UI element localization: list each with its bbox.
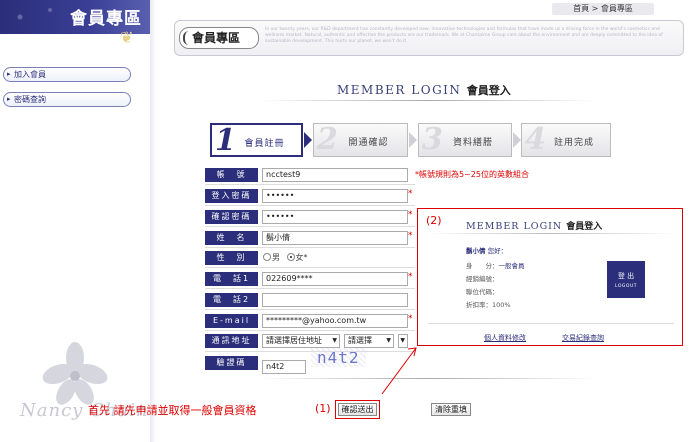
panel-info-value: 100% — [492, 301, 511, 309]
phone2-label: 電 話2 — [205, 293, 258, 307]
panel-info-key: 經銷編號： — [466, 275, 499, 283]
order-history-link[interactable]: 交易紀錄查詢 — [562, 333, 604, 343]
gender-male-label: 男 — [272, 253, 280, 262]
step-1: 1 會員註冊 — [210, 123, 303, 158]
captcha-input[interactable]: n4t2 — [262, 360, 306, 374]
required-mark: * — [408, 189, 413, 199]
name-input[interactable]: 鬍小倩 — [262, 231, 408, 245]
name-label: 姓 名 — [205, 231, 258, 245]
logout-label: 登 出 — [617, 272, 635, 280]
step-label: 註用完成 — [553, 138, 594, 148]
step-2: 2 開通確認 — [313, 122, 408, 157]
account-input[interactable]: ncctest9 — [262, 168, 408, 182]
instruction-note: 首先 請先申請並取得一般會員資格 — [88, 404, 257, 417]
phone1-label: 電 話1 — [205, 272, 258, 286]
step-label: 資料繕謄 — [452, 138, 493, 148]
gender-radio-group: 男 女* — [263, 252, 308, 263]
row-divider — [205, 226, 415, 227]
required-mark: * — [408, 314, 413, 324]
panel-bottom-rule — [428, 323, 674, 324]
panel-info-row: 折扣率：100% — [466, 299, 511, 309]
sidebar-item-password-lookup[interactable]: 密碼查詢 — [3, 92, 131, 107]
banner-text: In our twenty years, our R&D department … — [265, 27, 663, 44]
email-label: E-mail — [205, 314, 258, 328]
panel-info-key: 身 分： — [466, 262, 499, 270]
address-label: 通訊地址 — [205, 334, 258, 348]
panel-info-key: 折扣率： — [466, 301, 492, 309]
logout-label-en: LOGOUT — [615, 284, 637, 289]
form-bottom-rule — [258, 378, 598, 379]
panel-info-row: 聯位代碼： — [466, 286, 499, 296]
logout-button[interactable]: 登 出 LOGOUT — [607, 261, 645, 298]
step-arrow-icon — [513, 132, 521, 148]
required-mark: * — [408, 210, 413, 220]
row-divider — [205, 205, 415, 206]
address-city-select[interactable]: 請選擇居住地址 — [262, 334, 340, 348]
account-hint: *帳號規則為5~25位的英數組合 — [415, 170, 529, 179]
step-label: 會員註冊 — [244, 139, 285, 149]
annotation-1: (1) — [315, 402, 331, 415]
panel-info-row: 經銷編號： — [466, 273, 499, 283]
title-en: MEMBER LOGIN — [337, 83, 462, 97]
password-label: 登入密碼 — [205, 189, 258, 203]
step-arrow-icon — [304, 132, 312, 148]
gender-label: 性 別 — [205, 251, 258, 265]
panel-rule — [428, 233, 674, 234]
sidebar-divider — [150, 0, 156, 442]
sidebar-item-join[interactable]: 加入會員 — [3, 67, 131, 82]
banner-badge: 會員專區 — [179, 27, 259, 49]
email-input[interactable]: *********@yahoo.com.tw — [262, 314, 408, 328]
sidebar: 會員專區 ❦ 加入會員 密碼查詢 Nancy Chain — [0, 0, 150, 442]
password-input[interactable]: •••••• — [262, 189, 408, 203]
step-arrow-icon — [409, 132, 417, 148]
panel-info-row: 身 分：一般會員 — [466, 260, 525, 270]
breadcrumb[interactable]: 首頁 > 會員專區 — [552, 3, 654, 15]
required-mark: * — [408, 231, 413, 241]
panel-username: 鬍小倩 — [466, 247, 486, 255]
reset-button[interactable]: 清除重填 — [431, 403, 471, 416]
panel-greeting: 您好： — [487, 247, 508, 255]
row-divider — [205, 247, 415, 248]
row-divider — [205, 267, 415, 268]
panel-info-value: 一般會員 — [498, 262, 525, 270]
submit-button[interactable]: 確認送出 — [338, 403, 377, 416]
panel-title-zh: 會員登入 — [566, 222, 603, 232]
sidebar-title: 會員專區 — [70, 9, 142, 29]
account-label: 帳 號 — [205, 168, 258, 182]
row-divider — [205, 288, 415, 289]
annotation-2: (2) — [426, 214, 442, 227]
title-rule — [258, 100, 598, 101]
member-login-panel: (2) MEMBER LOGIN 會員登入 鬍小倩 您好： 身 分：一般會員 經… — [417, 208, 683, 346]
row-divider — [205, 184, 415, 185]
required-mark: * — [408, 272, 413, 282]
panel-title-en: MEMBER LOGIN — [466, 221, 563, 232]
phone1-input[interactable]: 022609**** — [262, 272, 408, 286]
profile-edit-link[interactable]: 個人資料修改 — [484, 333, 526, 343]
title-zh: 會員登入 — [466, 84, 511, 97]
step-label: 開通確認 — [348, 138, 389, 148]
confirm-password-label: 確認密碼 — [205, 210, 258, 224]
gender-female-label: 女* — [295, 253, 308, 262]
captcha-label: 驗證碼 — [205, 356, 258, 370]
row-divider — [205, 309, 415, 310]
confirm-password-input[interactable]: •••••• — [262, 210, 408, 224]
phone2-input[interactable] — [262, 293, 408, 307]
panel-info-key: 聯位代碼： — [466, 288, 499, 296]
gender-male-radio[interactable] — [263, 253, 271, 261]
butterfly-icon: ❦ — [120, 28, 134, 47]
step-3: 3 資料繕謄 — [418, 122, 512, 157]
page-title: MEMBER LOGIN 會員登入 — [337, 82, 511, 98]
panel-user-line: 鬍小倩 您好： — [466, 245, 507, 255]
step-4: 4 註用完成 — [521, 122, 611, 157]
annotation-arrow-icon — [381, 347, 417, 395]
header-pattern — [0, 0, 80, 34]
gender-female-radio[interactable] — [286, 253, 295, 261]
panel-title: MEMBER LOGIN 會員登入 — [466, 219, 602, 232]
page-banner: 會員專區 In our twenty years, our R&D depart… — [174, 20, 684, 56]
row-divider — [205, 330, 415, 331]
